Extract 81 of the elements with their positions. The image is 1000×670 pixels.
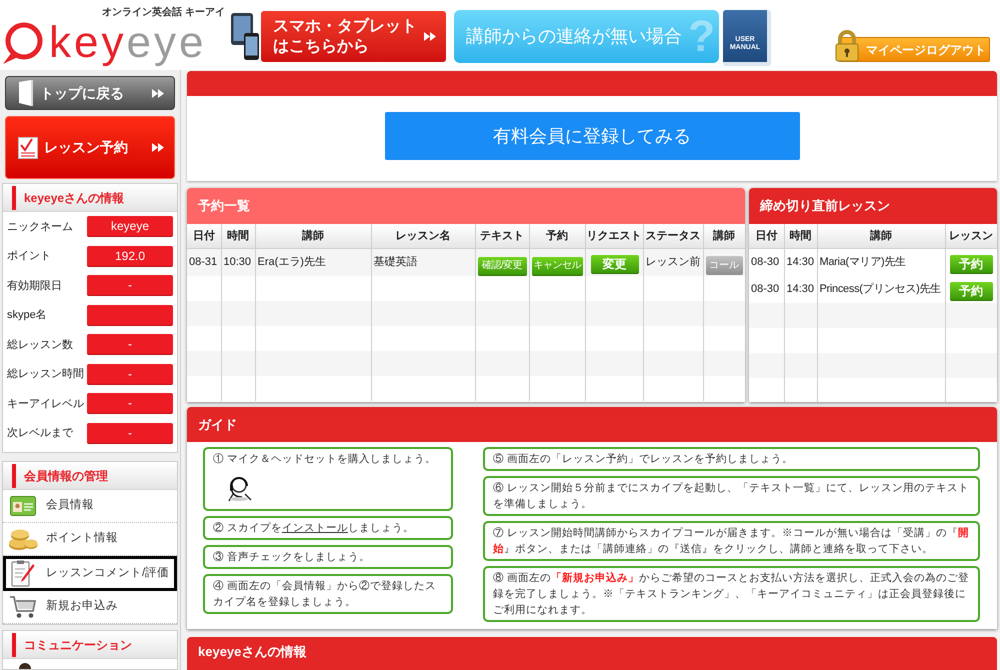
profile-value: - [87, 393, 173, 414]
guide-step-text: ① マイク＆ヘッドセットを購入しましょう。 [213, 452, 437, 467]
nav-button[interactable]: トップに戻る [5, 76, 175, 110]
reserve-button[interactable]: 予約 [950, 282, 992, 300]
column-header: 日付 [749, 224, 784, 248]
section-title: keyeyeさんの情報 [24, 190, 124, 206]
guide-step-text: ② スカイプを インストール しましょう。 [213, 521, 415, 536]
register-button[interactable]: 有料会員に登録してみる [384, 112, 800, 160]
clipboard-pen-icon [11, 560, 35, 588]
profile-value: - [87, 422, 173, 444]
column-header: リクエスト [585, 224, 643, 248]
guide-step-text: ⑤ 画面左の「レッスン予約」でレッスンを予約しましょう。 [493, 452, 794, 467]
mobile-site-banner[interactable]: スマホ・タブレットはこちらから [261, 11, 446, 62]
profile-value: - [87, 334, 173, 356]
table-cell: 基礎英語 [371, 248, 475, 276]
profile-value: keyeye [87, 216, 173, 238]
panel-title: 予約一覧 [198, 197, 250, 216]
tablet-phone-icon [230, 11, 261, 61]
reserve-button[interactable]: 予約 [950, 254, 992, 274]
field-label: ポイント [7, 249, 51, 264]
profile-value: 192.0 [87, 246, 173, 267]
change-button[interactable]: 変更 [590, 254, 638, 274]
question-mark: ? [688, 12, 715, 62]
column-header: ステータス [643, 224, 703, 248]
field-label: 総レッスン時間 [7, 367, 84, 382]
headset-icon [227, 474, 253, 502]
guide-step-text: ⑧ 画面左の「新規お申込み」からご希望のコースとお支払い方法を選択し、正式入会の為のご登録を完了しましょう。※「テキストランキング」、「キーアイコミュニティ」は正会員登録後にご利用になれます。 [493, 571, 970, 618]
shopping-cart-icon [9, 595, 37, 619]
text-button[interactable]: 確認/変更 [478, 256, 526, 276]
profile-value: - [87, 364, 173, 385]
field-label: skype名 [7, 308, 47, 323]
accent-bar [12, 632, 16, 656]
door-icon [18, 80, 34, 106]
column-header: テキスト [475, 224, 529, 248]
table-cell: 10:30 [221, 248, 255, 276]
guide-step-text: ⑦ レッスン開始時間講師からスカイプコールが届きます。※コールが無い場合は「受講」の『開始』ボタン、または「講師連絡」の『送信』をクリックし、講師と連絡を取って下さい。 [493, 526, 970, 557]
coins-icon [8, 527, 38, 551]
column-header: 時間 [221, 224, 255, 248]
nav-button[interactable]: レッスン予約 [5, 116, 175, 179]
field-label: 次レベルまで [7, 426, 73, 441]
table-cell: レッスン前 [643, 248, 703, 276]
field-label: 総レッスン数 [7, 338, 73, 352]
cancel-button[interactable]: キャンセル [532, 256, 582, 276]
accent-bar [12, 186, 16, 210]
menu-item[interactable]: 会員情報 [3, 490, 177, 523]
field-label: 有効期限日 [7, 278, 62, 294]
logo-text: keyeye [49, 18, 206, 68]
column-header: 講師 [255, 224, 371, 248]
install-link[interactable]: インストール [282, 522, 348, 534]
section-title: 会員情報の管理 [24, 468, 108, 484]
field-label: キーアイレベル [7, 396, 84, 412]
fast-forward-icon [152, 88, 164, 98]
fast-forward-icon [424, 32, 436, 41]
menu-item[interactable]: ポイント情報 [3, 523, 177, 556]
column-header: レッスン名 [371, 224, 475, 248]
id-card-icon [10, 496, 36, 516]
head-icon [17, 661, 33, 669]
field-label: ニックネーム [7, 220, 73, 234]
checklist-icon [18, 136, 38, 158]
guide-step-text: ④ 画面左の「会員情報」から②で登録したスカイプ名を登録しましょう。 [213, 579, 437, 610]
column-header: 講師 [703, 224, 745, 248]
panel-title: keyeyeさんの情報 [198, 644, 306, 660]
panel-title: 締め切り直前レッスン [760, 197, 890, 216]
accent-bar [12, 464, 16, 488]
column-header: 日付 [187, 224, 221, 248]
panel-title: ガイド [198, 416, 237, 434]
fast-forward-icon [152, 143, 164, 152]
column-header: 予約 [529, 224, 585, 248]
tagline: オンライン英会話 キーアイ [102, 7, 225, 18]
section-title: コミュニケーション [24, 636, 132, 654]
column-header: 時間 [784, 224, 817, 248]
padlock-icon [834, 30, 860, 62]
guide-step-text: ③ 音声チェックをしましょう。 [213, 550, 371, 565]
guide-step-text: ⑥ レッスン開始５分前までにスカイプを起動し、「テキスト一覧」にて、レッスン用のテキストを準備しましょう。 [493, 481, 970, 512]
menu-item[interactable]: 新規お申込み [3, 591, 177, 624]
table-cell: 08-31 [187, 248, 221, 276]
profile-value: - [87, 275, 173, 296]
table-cell: Era(エラ)先生 [255, 248, 371, 276]
column-header: 講師 [817, 224, 945, 248]
column-header: レッスン [945, 224, 997, 248]
menu-item[interactable]: レッスンコメント/評価 [3, 556, 177, 591]
